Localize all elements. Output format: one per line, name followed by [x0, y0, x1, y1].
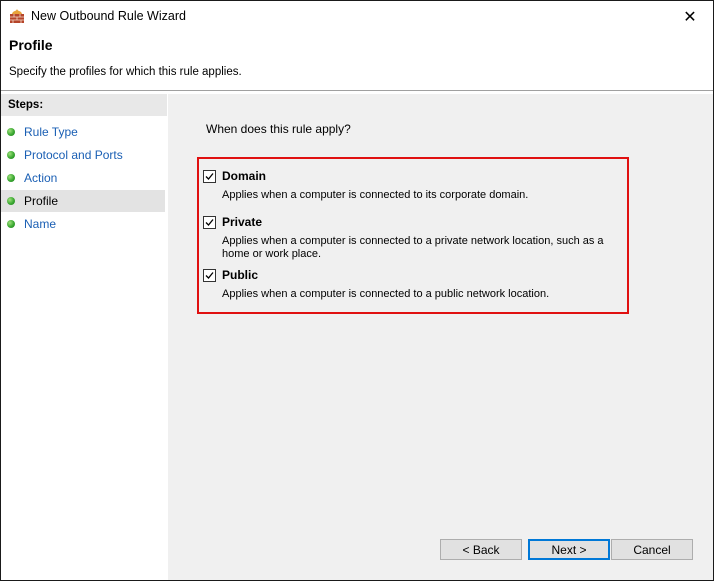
option-description: Applies when a computer is connected to … [222, 288, 550, 300]
step-name[interactable]: Name [1, 213, 165, 235]
step-protocol-and-ports[interactable]: Protocol and Ports [1, 144, 165, 166]
close-button[interactable]: ✕ [667, 1, 713, 32]
question-text: When does this rule apply? [206, 122, 351, 136]
steps-heading-bar: Steps: [1, 94, 167, 116]
page-title: Profile [9, 37, 53, 53]
step-label: Action [24, 171, 58, 185]
step-label: Profile [24, 194, 59, 208]
step-action[interactable]: Action [1, 167, 165, 189]
title-bar: New Outbound Rule Wizard ✕ [1, 1, 713, 32]
option-description: Applies when a computer is connected to … [222, 235, 604, 260]
main-content: When does this rule apply? Domain Applie… [168, 94, 713, 580]
close-icon: ✕ [683, 8, 697, 26]
steps-heading: Steps: [8, 99, 44, 111]
step-profile[interactable]: Profile [1, 190, 165, 212]
step-status-icon [7, 174, 15, 182]
wizard-window: New Outbound Rule Wizard ✕ Profile Speci… [0, 0, 714, 581]
steps-sidebar: Steps: Rule Type Protocol and Ports Acti… [1, 94, 167, 580]
step-status-icon [7, 128, 15, 136]
check-icon [205, 173, 214, 180]
option-label[interactable]: Public [222, 268, 258, 282]
step-status-icon [7, 197, 15, 205]
step-label: Name [24, 217, 57, 231]
next-button[interactable]: Next > [528, 539, 610, 560]
firewall-icon [9, 8, 25, 24]
step-rule-type[interactable]: Rule Type [1, 121, 165, 143]
option-label[interactable]: Private [222, 215, 262, 229]
check-icon [205, 272, 214, 279]
step-status-icon [7, 220, 15, 228]
window-title: New Outbound Rule Wizard [31, 9, 186, 23]
cancel-button[interactable]: Cancel [611, 539, 693, 560]
step-status-icon [7, 151, 15, 159]
wizard-header: Profile Specify the profiles for which t… [1, 32, 713, 90]
back-button[interactable]: < Back [440, 539, 522, 560]
step-label: Protocol and Ports [24, 148, 123, 162]
step-label: Rule Type [24, 125, 78, 139]
check-icon [205, 219, 214, 226]
header-divider [1, 90, 713, 91]
page-subtitle: Specify the profiles for which this rule… [9, 66, 242, 78]
option-description: Applies when a computer is connected to … [222, 189, 529, 201]
domain-checkbox[interactable] [203, 170, 216, 183]
option-label[interactable]: Domain [222, 169, 266, 183]
public-checkbox[interactable] [203, 269, 216, 282]
private-checkbox[interactable] [203, 216, 216, 229]
